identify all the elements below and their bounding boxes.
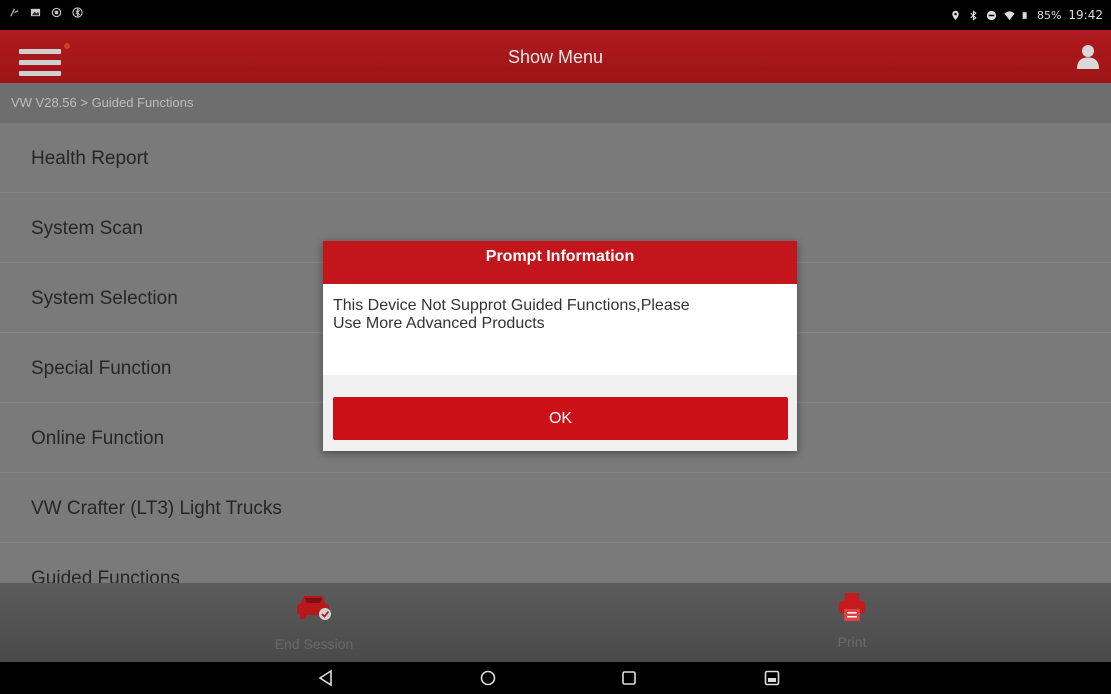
bottom-action-bar: End Session Print — [0, 583, 1111, 662]
app-header: Show Menu — [0, 30, 1111, 83]
image-icon — [30, 8, 41, 17]
record-icon — [51, 7, 62, 18]
dialog-message-line: This Device Not Supprot Guided Functions… — [333, 297, 690, 314]
menu-item-label: Guided Functions — [31, 568, 180, 583]
menu-item-label: Online Function — [31, 428, 165, 449]
menu-item-guided-functions[interactable]: Guided Functions — [0, 543, 1111, 583]
menu-item-health-report[interactable]: Health Report — [0, 123, 1111, 193]
bluetooth-icon — [970, 9, 977, 21]
user-avatar-icon[interactable] — [1076, 43, 1100, 69]
status-bar: 85% 19:42 — [0, 0, 1111, 30]
menu-item-label: Health Report — [31, 148, 149, 169]
menu-item-label: System Selection — [31, 288, 178, 309]
wifi-icon — [1004, 10, 1015, 20]
location-icon — [952, 10, 959, 20]
battery-percent: 85% — [1036, 8, 1062, 22]
recents-icon[interactable] — [619, 668, 639, 688]
print-button[interactable]: Print — [792, 591, 912, 650]
prompt-dialog: Prompt Information This Device Not Suppr… — [323, 241, 797, 451]
dialog-message: This Device Not Supprot Guided Functions… — [323, 284, 797, 375]
system-icons: 85% 19:42 — [950, 8, 1103, 22]
do-not-disturb-icon — [986, 10, 997, 20]
end-session-label: End Session — [274, 636, 354, 652]
system-nav-bar — [0, 662, 1111, 694]
printer-icon — [839, 593, 865, 621]
breadcrumb: VW V28.56 > Guided Functions — [0, 83, 1111, 123]
end-session-button[interactable]: End Session — [254, 591, 374, 652]
menu-item-label: Special Function — [31, 358, 172, 379]
back-icon[interactable] — [316, 668, 336, 688]
menu-item-label: VW Crafter (LT3) Light Trucks — [31, 498, 282, 519]
dialog-message-line: Use More Advanced Products — [333, 315, 545, 332]
home-icon[interactable] — [478, 668, 498, 688]
menu-item-vw-crafter[interactable]: VW Crafter (LT3) Light Trucks — [0, 473, 1111, 543]
battery-icon — [1022, 11, 1027, 19]
page-title[interactable]: Show Menu — [0, 47, 1111, 68]
notification-icons — [9, 7, 83, 18]
dialog-title: Prompt Information — [323, 241, 797, 284]
ok-button[interactable]: OK — [333, 397, 788, 440]
print-label: Print — [837, 634, 867, 650]
menu-item-label: System Scan — [31, 218, 143, 239]
clock: 19:42 — [1068, 8, 1103, 22]
bluetooth-badge-icon — [72, 7, 83, 18]
usb-debug-icon — [10, 8, 19, 17]
dialog-footer: OK — [323, 375, 797, 451]
car-check-icon — [297, 596, 331, 620]
screenshot-icon[interactable] — [762, 668, 782, 688]
